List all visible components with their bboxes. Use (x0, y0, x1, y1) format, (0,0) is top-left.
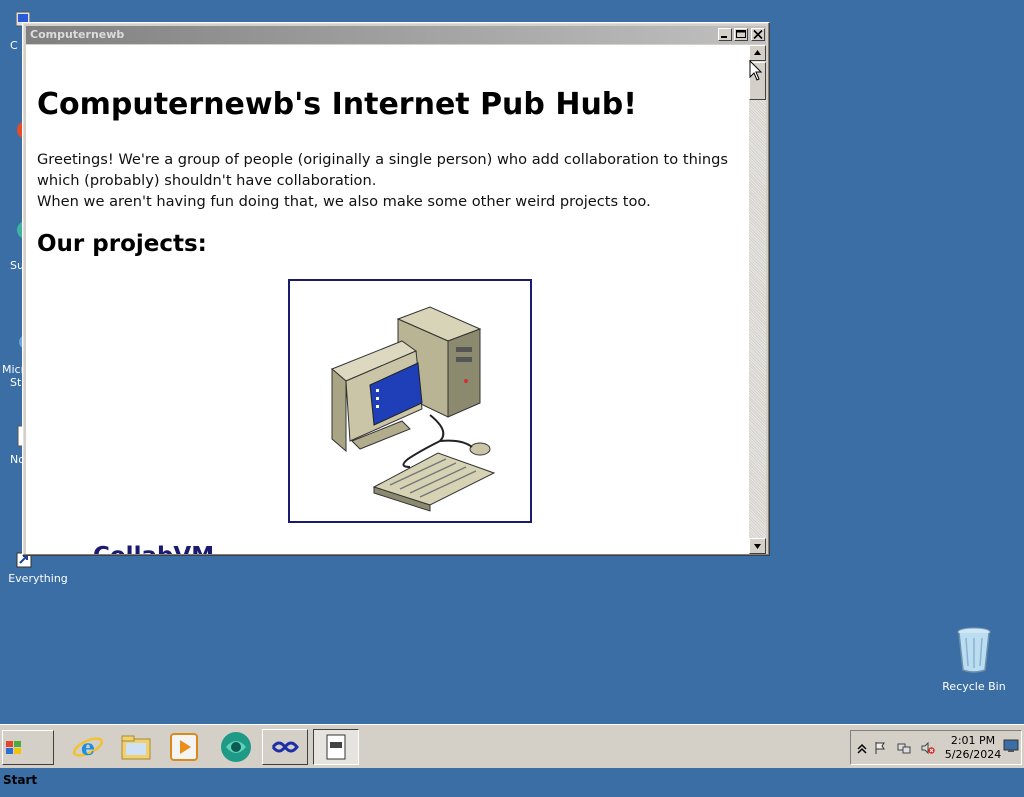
intro-line-2: When we aren't having fun doing that, we… (37, 193, 651, 210)
intro-line-1: Greetings! We're a group of people (orig… (37, 151, 728, 189)
system-tray: 2:01 PM 5/26/2024 (850, 730, 1022, 765)
page-content: Computernewb's Internet Pub Hub! Greetin… (26, 45, 751, 554)
project-image-link[interactable] (288, 279, 532, 523)
projects-heading: Our projects: (37, 231, 207, 257)
show-hidden-icons-icon[interactable] (855, 741, 869, 755)
clock[interactable]: 2:01 PM 5/26/2024 (943, 734, 1003, 762)
close-button[interactable] (751, 28, 765, 41)
network-icon[interactable] (897, 741, 911, 755)
scroll-down-button[interactable] (749, 538, 766, 554)
clock-time: 2:01 PM (950, 734, 996, 747)
minimize-icon (721, 36, 727, 38)
computer-illustration-icon (331, 306, 496, 512)
internet-explorer-icon[interactable]: e (70, 729, 106, 765)
collabvm-task-icon (271, 741, 299, 753)
window-titlebar[interactable]: Computernewb (26, 26, 766, 44)
vertical-scrollbar[interactable] (749, 45, 766, 554)
maximize-icon (736, 30, 746, 38)
collabvm-link[interactable]: CollabVM (93, 543, 214, 554)
browser-icon[interactable] (218, 729, 254, 765)
svg-text:e: e (81, 735, 95, 761)
action-center-flag-icon[interactable] (873, 741, 887, 755)
maximize-button[interactable] (734, 28, 748, 41)
taskbar-button-collabvm[interactable] (262, 729, 308, 765)
volume-muted-icon[interactable] (921, 741, 935, 755)
arrow-down-icon (754, 544, 761, 549)
taskbar: Start e 2:01 PM 5/26/2024 (0, 724, 1024, 787)
document-task-icon (326, 734, 346, 760)
window-title: Computernewb (30, 28, 125, 41)
scroll-up-button[interactable] (749, 45, 766, 61)
recycle-bin-icon (957, 627, 991, 673)
explorer-icon[interactable] (118, 729, 154, 765)
taskbar-button-document[interactable] (313, 729, 359, 765)
start-label: Start (3, 773, 38, 787)
mouse-cursor-icon (749, 60, 763, 81)
intro-text: Greetings! We're a group of people (orig… (37, 149, 747, 212)
clock-date: 5/26/2024 (944, 748, 1002, 761)
browser-window[interactable]: Computernewb Computernewb's Internet Pub… (22, 22, 770, 556)
desktop-icon-recycle-bin[interactable]: Recycle Bin (938, 626, 1010, 693)
desktop-icon-label: Everything (8, 572, 68, 585)
show-desktop-icon[interactable] (1003, 739, 1019, 753)
desktop-icon-label: Recycle Bin (942, 680, 1006, 693)
page-title: Computernewb's Internet Pub Hub! (37, 87, 637, 122)
windows-flag-icon (6, 740, 21, 754)
arrow-up-icon (754, 50, 761, 55)
close-icon (753, 29, 763, 40)
minimize-button[interactable] (718, 28, 732, 41)
media-player-icon[interactable] (166, 729, 202, 765)
desktop-icon-everything[interactable]: Everything (2, 552, 74, 585)
start-button[interactable]: Start (2, 730, 54, 787)
